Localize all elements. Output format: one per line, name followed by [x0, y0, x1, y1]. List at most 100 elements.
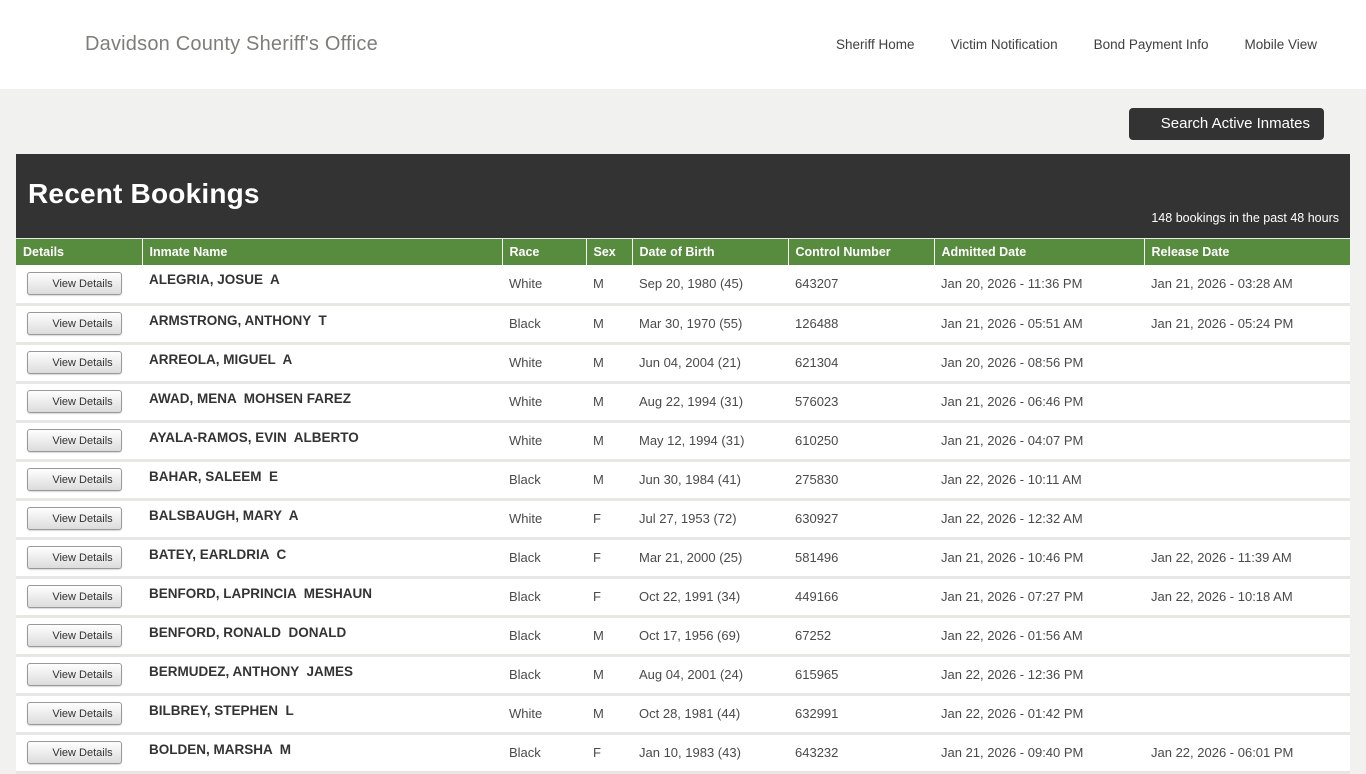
inmate-name-cell: BENFORD, RONALD DONALD — [142, 616, 502, 655]
col-header-inmate-name: Inmate Name — [142, 239, 502, 266]
sex-cell: M — [586, 265, 632, 304]
col-header-admitted-date: Admitted Date — [934, 239, 1144, 266]
view-details-button[interactable]: View Details — [27, 390, 122, 413]
dob-cell: Mar 30, 1970 (55) — [632, 304, 788, 343]
table-row: View Details AYALA-RAMOS, EVIN ALBERTO W… — [16, 421, 1350, 460]
admitted-date-cell: Jan 22, 2026 - 12:32 AM — [934, 499, 1144, 538]
control-number-cell: 67252 — [788, 616, 934, 655]
control-number-cell: 630927 — [788, 499, 934, 538]
admitted-date-cell: Jan 20, 2026 - 11:36 PM — [934, 265, 1144, 304]
race-cell: Black — [502, 655, 586, 694]
sex-cell: M — [586, 694, 632, 733]
inmate-name-cell: BALSBAUGH, MARY A — [142, 499, 502, 538]
details-cell: View Details — [16, 538, 142, 577]
admitted-date-cell: Jan 21, 2026 - 07:27 PM — [934, 577, 1144, 616]
col-header-control-number: Control Number — [788, 239, 934, 266]
dob-cell: Sep 20, 1980 (45) — [632, 265, 788, 304]
race-cell: White — [502, 694, 586, 733]
sex-cell: F — [586, 577, 632, 616]
view-details-button[interactable]: View Details — [27, 624, 122, 647]
details-cell: View Details — [16, 655, 142, 694]
race-cell: Black — [502, 616, 586, 655]
race-cell: White — [502, 265, 586, 304]
sex-cell: M — [586, 382, 632, 421]
view-details-button[interactable]: View Details — [27, 468, 122, 491]
sex-cell: M — [586, 655, 632, 694]
view-details-button[interactable]: View Details — [27, 741, 122, 764]
race-cell: Black — [502, 460, 586, 499]
col-header-race: Race — [502, 239, 586, 266]
view-details-button[interactable]: View Details — [27, 585, 122, 608]
col-header-date-of-birth: Date of Birth — [632, 239, 788, 266]
table-row: View Details ALEGRIA, JOSUE A White M Se… — [16, 265, 1350, 304]
release-date-cell: Jan 21, 2026 - 03:28 AM — [1144, 265, 1350, 304]
race-cell: White — [502, 343, 586, 382]
details-cell: View Details — [16, 460, 142, 499]
table-row: View Details AWAD, MENA MOHSEN FAREZ Whi… — [16, 382, 1350, 421]
release-date-cell — [1144, 343, 1350, 382]
table-row: View Details BAHAR, SALEEM E Black M Jun… — [16, 460, 1350, 499]
details-cell: View Details — [16, 577, 142, 616]
top-header: Davidson County Sheriff's Office Sheriff… — [0, 0, 1366, 89]
control-number-cell: 581496 — [788, 538, 934, 577]
control-number-cell: 576023 — [788, 382, 934, 421]
sex-cell: M — [586, 616, 632, 655]
control-number-cell: 621304 — [788, 343, 934, 382]
nav-mobile-view[interactable]: Mobile View — [1244, 37, 1317, 52]
release-date-cell — [1144, 499, 1350, 538]
inmate-name-cell: ALEGRIA, JOSUE A — [142, 265, 502, 304]
nav-bond-payment-info[interactable]: Bond Payment Info — [1094, 37, 1209, 52]
details-cell: View Details — [16, 733, 142, 772]
release-date-cell — [1144, 421, 1350, 460]
control-number-cell: 449166 — [788, 577, 934, 616]
dob-cell: Jan 10, 1983 (43) — [632, 733, 788, 772]
inmate-name-cell: BAHAR, SALEEM E — [142, 460, 502, 499]
control-number-cell: 275830 — [788, 460, 934, 499]
view-details-button[interactable]: View Details — [27, 663, 122, 686]
admitted-date-cell: Jan 21, 2026 - 04:07 PM — [934, 421, 1144, 460]
sex-cell: M — [586, 304, 632, 343]
details-cell: View Details — [16, 421, 142, 460]
details-cell: View Details — [16, 265, 142, 304]
dob-cell: Mar 21, 2000 (25) — [632, 538, 788, 577]
nav-victim-notification[interactable]: Victim Notification — [951, 37, 1058, 52]
inmate-name-cell: BOLDEN, MARSHA M — [142, 733, 502, 772]
nav-sheriff-home[interactable]: Sheriff Home — [836, 37, 915, 52]
release-date-cell — [1144, 694, 1350, 733]
search-active-inmates-button[interactable]: Search Active Inmates — [1129, 108, 1324, 140]
inmate-name-cell: ARMSTRONG, ANTHONY T — [142, 304, 502, 343]
col-header-sex: Sex — [586, 239, 632, 266]
view-details-button[interactable]: View Details — [27, 272, 122, 295]
sex-cell: M — [586, 343, 632, 382]
control-number-cell: 643207 — [788, 265, 934, 304]
view-details-button[interactable]: View Details — [27, 507, 122, 530]
dob-cell: Jul 27, 1953 (72) — [632, 499, 788, 538]
sex-cell: F — [586, 538, 632, 577]
details-cell: View Details — [16, 694, 142, 733]
table-row: View Details BATEY, EARLDRIA C Black F M… — [16, 538, 1350, 577]
release-date-cell: Jan 22, 2026 - 11:39 AM — [1144, 538, 1350, 577]
main-nav: Sheriff Home Victim Notification Bond Pa… — [836, 37, 1317, 52]
dob-cell: May 12, 1994 (31) — [632, 421, 788, 460]
view-details-button[interactable]: View Details — [27, 429, 122, 452]
view-details-button[interactable]: View Details — [27, 351, 122, 374]
table-row: View Details ARMSTRONG, ANTHONY T Black … — [16, 304, 1350, 343]
release-date-cell — [1144, 382, 1350, 421]
view-details-button[interactable]: View Details — [27, 702, 122, 725]
view-details-button[interactable]: View Details — [27, 312, 122, 335]
control-number-cell: 643232 — [788, 733, 934, 772]
bookings-table: Details Inmate Name Race Sex Date of Bir… — [16, 238, 1350, 774]
control-number-cell: 632991 — [788, 694, 934, 733]
view-details-button[interactable]: View Details — [27, 546, 122, 569]
table-row: View Details BENFORD, RONALD DONALD Blac… — [16, 616, 1350, 655]
admitted-date-cell: Jan 22, 2026 - 12:36 PM — [934, 655, 1144, 694]
control-number-cell: 615965 — [788, 655, 934, 694]
dob-cell: Oct 22, 1991 (34) — [632, 577, 788, 616]
race-cell: Black — [502, 538, 586, 577]
table-row: View Details BERMUDEZ, ANTHONY JAMES Bla… — [16, 655, 1350, 694]
table-row: View Details BALSBAUGH, MARY A White F J… — [16, 499, 1350, 538]
admitted-date-cell: Jan 22, 2026 - 01:42 PM — [934, 694, 1144, 733]
inmate-name-cell: BATEY, EARLDRIA C — [142, 538, 502, 577]
sex-cell: M — [586, 460, 632, 499]
race-cell: White — [502, 499, 586, 538]
